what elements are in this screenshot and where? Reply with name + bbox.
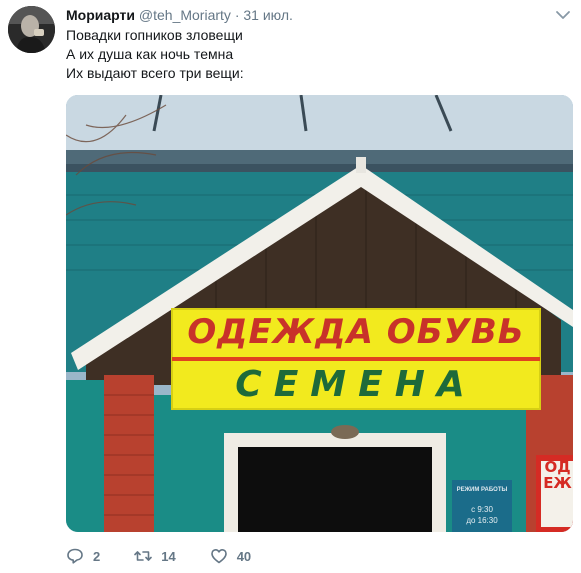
- author-handle[interactable]: @teh_Moriarty: [139, 7, 231, 23]
- reply-button[interactable]: 2: [66, 545, 100, 567]
- tweet-photo[interactable]: ОДЕЖДА ОБУВЬ СЕМЕНА РЕЖИМ РАБОТЫ с 9:30 …: [66, 95, 573, 532]
- reply-icon: [67, 548, 83, 564]
- like-count: 40: [236, 548, 252, 564]
- heart-icon: [210, 549, 227, 564]
- hours-title: РЕЖИМ РАБОТЫ: [456, 487, 508, 493]
- sign-line-1: ОДЕЖДА ОБУВЬ: [187, 312, 525, 352]
- author-name[interactable]: Мориарти: [66, 7, 135, 23]
- tweet-line: Повадки гопников зловещи: [66, 27, 243, 43]
- side-sign-text: ОДЕЖ: [543, 458, 572, 492]
- tweet-date[interactable]: 31 июл.: [243, 7, 293, 23]
- avatar[interactable]: [8, 6, 55, 53]
- tweet-header: Мориарти @teh_Moriarty · 31 июл.: [66, 6, 571, 26]
- sign-line-2: СЕМЕНА: [235, 364, 477, 405]
- chevron-down-icon[interactable]: [555, 8, 571, 22]
- retweet-button[interactable]: 14: [134, 545, 176, 567]
- tweet-line: А их душа как ночь темна: [66, 46, 234, 62]
- retweet-icon: [134, 551, 153, 561]
- reply-count: 2: [93, 548, 101, 564]
- tweet-line: Их выдают всего три вещи:: [66, 65, 244, 81]
- retweet-count: 14: [161, 548, 176, 564]
- tweet-text: Повадки гопников зловещи А их душа как н…: [66, 26, 244, 83]
- avatar-image: [8, 6, 55, 53]
- separator-dot: ·: [234, 7, 240, 23]
- tweet-actions: 2 14 40: [66, 545, 285, 567]
- hours-from: с 9:30: [471, 505, 493, 514]
- hours-to: до 16:30: [466, 516, 498, 525]
- like-button[interactable]: 40: [210, 545, 251, 567]
